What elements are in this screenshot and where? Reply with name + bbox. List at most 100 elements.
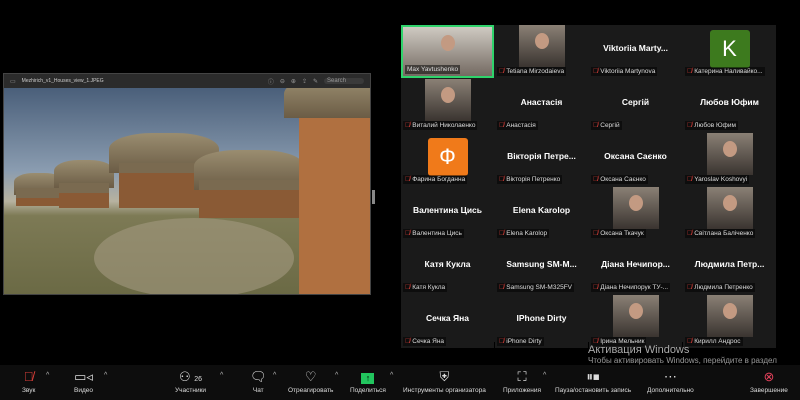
participant-name: Yaroslav Koshovyi xyxy=(694,176,748,183)
zoom-in-icon[interactable]: ⊕ xyxy=(291,78,296,85)
more-button[interactable]: ⋯ Дополнительно xyxy=(647,367,694,394)
participant-name-label: 🎙̸ Оксана Ткачук xyxy=(591,229,646,238)
muted-mic-icon: 🎙̸ xyxy=(593,176,599,183)
participant-name-label: 🎙̸ Катерина Наливайко... xyxy=(685,67,765,76)
more-label: Дополнительно xyxy=(647,387,694,394)
apps-options-caret[interactable]: ^ xyxy=(543,372,546,379)
participant-tile[interactable]: Катя Кукла 🎙̸ Катя Кукла xyxy=(401,241,494,294)
participant-name-label: 🎙̸ Elena Karolop xyxy=(497,229,550,238)
participant-tile[interactable]: 🎙̸ Yaroslav Koshovyi xyxy=(683,133,776,186)
participant-name: Людмила Петренко xyxy=(694,284,753,291)
markup-icon[interactable]: ✎ xyxy=(313,78,318,85)
participants-button[interactable]: ⚇ 26 Участники xyxy=(175,367,206,394)
participant-tile[interactable]: 🎙̸ Оксана Ткачук xyxy=(589,187,682,240)
muted-mic-icon: 🎙̸ xyxy=(687,230,693,237)
chat-button[interactable]: 🗨 Чат xyxy=(250,367,267,394)
participant-name-label: 🎙̸ Tetiana Mirzodaieva xyxy=(497,67,567,76)
zoom-out-icon[interactable]: ⊖ xyxy=(280,78,285,85)
muted-mic-icon: 🎙̸ xyxy=(687,68,693,75)
participant-tile[interactable]: Сечка Яна 🎙̸ Сечка Яна xyxy=(401,295,494,348)
muted-mic-icon: 🎙̸ xyxy=(687,176,693,183)
audio-button[interactable]: 🎙̸ Звук xyxy=(22,367,35,394)
participant-name-label: 🎙̸ Людмила Петренко xyxy=(685,283,755,292)
host-tools-button[interactable]: ⛨ Инструменты организатора xyxy=(403,367,486,394)
participant-name-label: 🎙̸ Фарина Богданна xyxy=(403,175,468,184)
host-tools-label: Инструменты организатора xyxy=(403,387,486,394)
muted-mic-icon: 🎙̸ xyxy=(405,176,411,183)
image-viewer-toolbar: ▭ Mezhirich_v1_Houses_view_1.JPEG ⓘ ⊖ ⊕ … xyxy=(4,74,370,88)
participant-video xyxy=(612,295,659,337)
participant-name: Оксана Саєнко xyxy=(600,176,646,183)
muted-mic-icon: 🎙̸ xyxy=(499,122,505,129)
chat-options-caret[interactable]: ^ xyxy=(273,372,276,379)
participant-tile[interactable]: Анастасія 🎙̸ Анастасія xyxy=(495,79,588,132)
chat-label: Чат xyxy=(252,387,264,394)
participant-tile[interactable]: 🎙̸ Tetiana Mirzodaieva xyxy=(495,25,588,78)
video-label: Видео xyxy=(74,387,93,394)
participant-tile[interactable]: 🎙̸ Світлана Балiченко xyxy=(683,187,776,240)
participant-tile[interactable]: Вікторія Петре... 🎙̸ Вікторія Петренко xyxy=(495,133,588,186)
video-button[interactable]: ▭◃ Видео xyxy=(74,367,93,394)
participant-display-name: Вікторія Петре... xyxy=(507,151,576,161)
info-icon[interactable]: ⓘ xyxy=(268,77,274,86)
muted-mic-icon: 🎙̸ xyxy=(405,230,411,237)
participant-name: Катя Кукла xyxy=(412,284,446,291)
participant-display-name: Оксана Саєнко xyxy=(604,151,667,161)
split-divider-handle[interactable] xyxy=(372,190,375,204)
participant-name: Вікторія Петренко xyxy=(506,176,561,183)
participant-tile[interactable]: Сергій 🎙̸ Сергій xyxy=(589,79,682,132)
participant-tile[interactable]: IPhone Dirty 🎙̸ iPhone Dirty xyxy=(495,295,588,348)
participant-tile[interactable]: Людмила Петр... 🎙̸ Людмила Петренко xyxy=(683,241,776,294)
participant-tile[interactable]: 🎙̸ Ірина Мельник xyxy=(589,295,682,348)
shared-filename: Mezhirich_v1_Houses_view_1.JPEG xyxy=(21,78,104,84)
react-options-caret[interactable]: ^ xyxy=(335,372,338,379)
participant-name-label: 🎙̸ Виталий Николаенко xyxy=(403,121,478,130)
share-screen-icon: ↑ xyxy=(361,367,375,387)
participant-tile[interactable]: Samsung SM-M... 🎙̸ Samsung SM-M325FV xyxy=(495,241,588,294)
participant-tile[interactable]: Любов Юфим 🎙̸ Любов Юфим xyxy=(683,79,776,132)
muted-mic-icon: 🎙̸ xyxy=(593,284,599,291)
participant-name-label: 🎙̸ Вікторія Петренко xyxy=(497,175,563,184)
search-input[interactable]: Search xyxy=(324,78,364,84)
participant-tile[interactable]: 🎙̸ Кирилл Андрос xyxy=(683,295,776,348)
participant-tile[interactable]: Elena Karolop 🎙̸ Elena Karolop xyxy=(495,187,588,240)
close-icon: ⊗ xyxy=(763,369,775,384)
participant-tile[interactable]: Оксана Саєнко 🎙̸ Оксана Саєнко xyxy=(589,133,682,186)
participant-tile[interactable]: Валентина Цись 🎙̸ Валентина Цись xyxy=(401,187,494,240)
recording-button[interactable]: ⏸⏹ Пауза/остановить запись xyxy=(555,367,631,394)
participant-name-label: 🎙̸ Катя Кукла xyxy=(403,283,448,292)
participant-tile[interactable]: 🎙̸ Виталий Николаенко xyxy=(401,79,494,132)
participants-options-caret[interactable]: ^ xyxy=(220,372,223,379)
share-screen-button[interactable]: ↑ Поделиться xyxy=(350,367,386,394)
participant-display-name: Анастасія xyxy=(520,97,563,107)
participant-tile[interactable]: Діана Нечипор... 🎙̸ Діана Нечипорук ТУ-... xyxy=(589,241,682,294)
audio-options-caret[interactable]: ^ xyxy=(46,372,49,379)
apps-button[interactable]: ⛶ Приложения xyxy=(503,367,541,394)
participant-display-name: IPhone Dirty xyxy=(516,313,567,323)
participant-tile[interactable]: Max Yavtushenko xyxy=(401,25,494,78)
participant-name: Сечка Яна xyxy=(412,338,445,345)
participant-name-label: 🎙̸ Діана Нечипорук ТУ-... xyxy=(591,283,671,292)
participant-tile[interactable]: K 🎙̸ Катерина Наливайко... xyxy=(683,25,776,78)
react-button[interactable]: ♡ Отреагировать xyxy=(288,367,333,394)
participant-name: Оксана Ткачук xyxy=(600,230,644,237)
apps-icon: ⛶ xyxy=(517,369,527,384)
muted-mic-icon: 🎙̸ xyxy=(405,338,411,345)
shield-icon: ⛨ xyxy=(439,369,450,384)
participant-name-label: 🎙̸ Сечка Яна xyxy=(403,337,447,346)
recording-label: Пауза/остановить запись xyxy=(555,387,632,394)
participant-display-name: Сечка Яна xyxy=(426,313,469,323)
end-label: Завершение xyxy=(750,387,788,394)
participant-avatar: Ф xyxy=(427,138,468,176)
muted-mic-icon: 🎙̸ xyxy=(499,284,505,291)
participant-name: Elena Karolop xyxy=(506,230,548,237)
share-icon[interactable]: ⇪ xyxy=(302,78,307,85)
share-options-caret[interactable]: ^ xyxy=(390,372,393,379)
participant-tile[interactable]: Viktoriia Marty... 🎙̸ Viktoriia Martynova xyxy=(589,25,682,78)
sidebar-icon[interactable]: ▭ xyxy=(10,78,16,85)
participant-name-label: 🎙̸ Анастасія xyxy=(497,121,538,130)
participant-tile[interactable]: Ф 🎙̸ Фарина Богданна xyxy=(401,133,494,186)
end-meeting-button[interactable]: ⊗ Завершение xyxy=(750,367,788,394)
video-options-caret[interactable]: ^ xyxy=(104,372,107,379)
participant-name: Фарина Богданна xyxy=(412,176,466,183)
